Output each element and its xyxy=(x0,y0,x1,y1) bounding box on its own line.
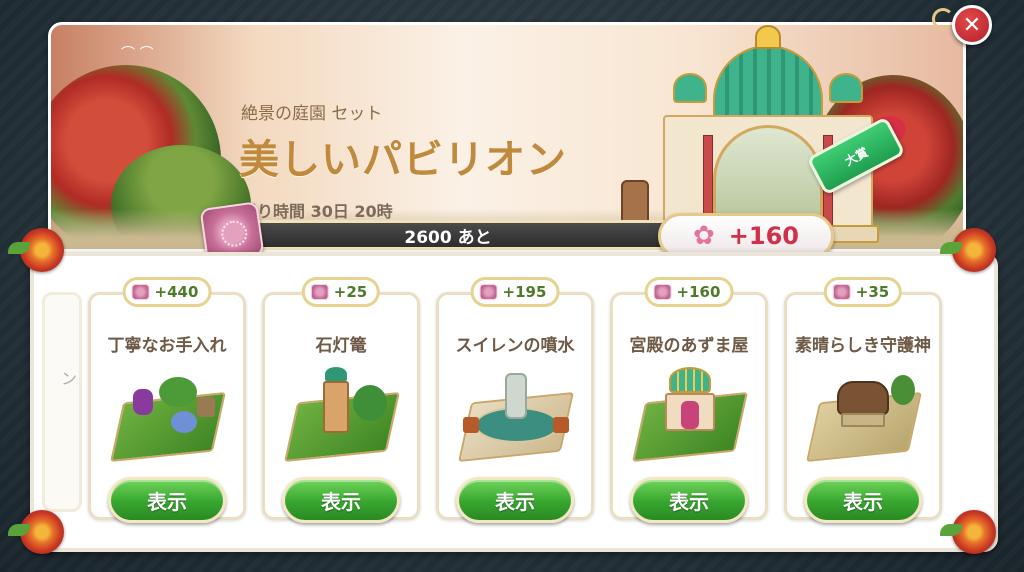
pavilion-arch xyxy=(713,125,823,225)
cushion-icon xyxy=(832,284,851,300)
flowers-icon xyxy=(171,411,197,433)
set-name: 絶景の庭園 セット xyxy=(241,104,383,124)
stone-lantern-art xyxy=(284,367,400,467)
item-name: 石灯篭 xyxy=(315,336,367,356)
palace-gazebo-art xyxy=(632,367,748,467)
progress-label: 2600 あと xyxy=(404,227,492,248)
item-card: +195 スイレンの噴水 表示 xyxy=(436,277,594,523)
item-points: +440 xyxy=(154,283,199,301)
partial-card-text: ン xyxy=(60,369,77,388)
dome-icon xyxy=(829,73,863,103)
time-remaining: 残り時間 30日 20時 xyxy=(241,202,393,221)
cushion-icon xyxy=(653,284,672,300)
close-button[interactable]: ✕ xyxy=(952,5,992,45)
close-icon: ✕ xyxy=(962,12,982,38)
statue-icon xyxy=(463,417,479,433)
item-points: +25 xyxy=(333,283,368,301)
item-points: +195 xyxy=(502,283,547,301)
lily-fountain-art xyxy=(458,367,574,467)
show-button[interactable]: 表示 xyxy=(282,477,400,523)
show-button[interactable]: 表示 xyxy=(630,477,748,523)
event-banner: ⌒ ⌒ 大賞 絶景の庭園 セット 美しいパビリオン 残り時間 30日 20時 xyxy=(48,22,966,252)
dome-icon xyxy=(673,73,707,103)
plant-icon xyxy=(891,375,915,405)
item-points-badge: +160 xyxy=(644,277,734,307)
finial-icon xyxy=(755,25,781,49)
flower-icon: ✿ xyxy=(692,221,715,251)
reward-value: +160 xyxy=(728,222,799,250)
dome-icon xyxy=(325,367,347,381)
plant-icon xyxy=(353,385,387,421)
plant-icon xyxy=(159,377,197,407)
item-points-badge: +440 xyxy=(122,277,212,307)
item-name: 丁寧なお手入れ xyxy=(107,336,227,356)
fountain-icon xyxy=(505,373,527,419)
elephant-icon xyxy=(837,381,889,415)
show-button[interactable]: 表示 xyxy=(108,477,226,523)
item-name: スイレンの噴水 xyxy=(455,336,575,356)
partial-card: ン xyxy=(42,292,82,512)
item-card: +440 丁寧なお手入れ 表示 xyxy=(88,277,246,523)
dome-icon xyxy=(669,367,711,393)
statue-icon xyxy=(553,417,569,433)
birds-icon: ⌒ ⌒ xyxy=(121,46,154,62)
basket-icon xyxy=(197,397,215,417)
cushion-icon xyxy=(131,284,150,300)
pedestal-icon xyxy=(841,413,885,427)
marigold-icon xyxy=(8,228,64,272)
gardener-figure xyxy=(133,389,153,415)
dome-icon xyxy=(713,45,823,125)
item-points-badge: +25 xyxy=(301,277,381,307)
item-card: +25 石灯篭 表示 xyxy=(262,277,420,523)
item-name: 宮殿のあずま屋 xyxy=(629,336,749,356)
marigold-icon xyxy=(940,510,996,554)
guardian-statue-art xyxy=(806,367,922,467)
page-title: 美しいパビリオン xyxy=(239,137,567,183)
lantern-body xyxy=(323,381,349,433)
show-button[interactable]: 表示 xyxy=(804,477,922,523)
marigold-icon xyxy=(8,510,64,554)
item-card: +35 素晴らしき守護神 表示 xyxy=(784,277,942,523)
item-points-badge: +35 xyxy=(823,277,903,307)
cushion-icon xyxy=(479,284,498,300)
figure-icon xyxy=(681,401,699,429)
gardener-art xyxy=(110,367,226,467)
item-card: +160 宮殿のあずま屋 表示 xyxy=(610,277,768,523)
items-panel: ン +440 丁寧なお手入れ 表示 +25 石灯篭 表示 +195 スイレンの噴… xyxy=(30,252,998,552)
item-points: +160 xyxy=(676,283,721,301)
marigold-icon xyxy=(940,228,996,272)
ornament-curl-icon xyxy=(932,8,954,30)
item-points: +35 xyxy=(855,283,890,301)
cushion-icon xyxy=(310,284,329,300)
item-name: 素晴らしき守護神 xyxy=(795,336,931,356)
progress-bar: 2600 あと xyxy=(228,220,668,250)
item-points-badge: +195 xyxy=(470,277,560,307)
show-button[interactable]: 表示 xyxy=(456,477,574,523)
